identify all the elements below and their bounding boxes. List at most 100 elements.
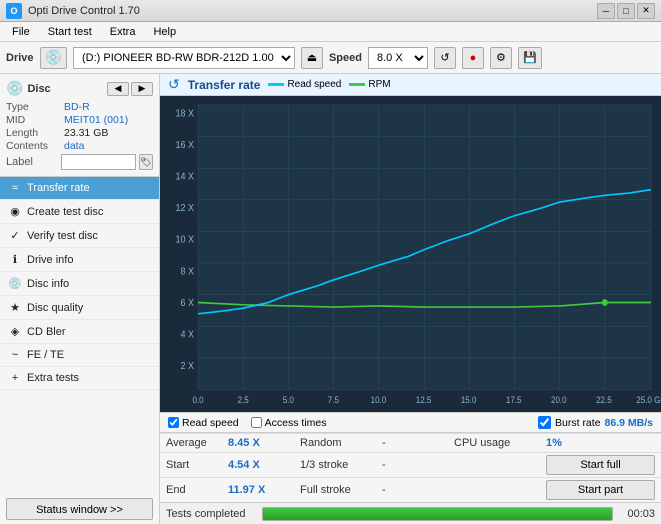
nav-fe-te-label: FE / TE — [27, 349, 64, 361]
disc-icon: 💿 — [6, 80, 23, 97]
end-label: End — [166, 483, 226, 497]
type-value: BD-R — [64, 101, 90, 113]
transfer-rate-icon: ≈ — [8, 182, 22, 194]
progress-area: Tests completed 00:03 — [160, 502, 661, 524]
stats-row-2: Start 4.54 X 1/3 stroke - Start full — [160, 452, 661, 477]
menu-help[interactable]: Help — [145, 24, 184, 40]
disc-label-label: Label — [6, 156, 58, 168]
svg-text:16 X: 16 X — [176, 139, 195, 151]
stroke13-label: 1/3 stroke — [300, 458, 380, 472]
create-test-disc-icon: ◉ — [8, 205, 22, 218]
save-button[interactable]: 💾 — [518, 47, 542, 69]
svg-text:7.5: 7.5 — [328, 395, 339, 406]
record-button[interactable]: ● — [462, 47, 484, 69]
legend-read-label: Read speed — [287, 79, 341, 90]
access-times-checkbox[interactable] — [251, 417, 262, 428]
chart-title: Transfer rate — [188, 78, 261, 92]
svg-text:2.5: 2.5 — [238, 395, 249, 406]
drive-select[interactable]: (D:) PIONEER BD-RW BDR-212D 1.00 — [73, 47, 295, 69]
access-times-legend-label: Access times — [265, 417, 327, 429]
start-full-button[interactable]: Start full — [546, 455, 655, 475]
average-label: Average — [166, 436, 226, 450]
refresh-button[interactable]: ↺ — [434, 47, 456, 69]
svg-text:17.5: 17.5 — [506, 395, 522, 406]
settings-button[interactable]: ⚙ — [490, 47, 512, 69]
nav-create-test-disc[interactable]: ◉ Create test disc — [0, 200, 159, 224]
disc-prev-btn[interactable]: ◀ — [107, 82, 129, 96]
extra-tests-icon: + — [8, 372, 22, 384]
nav-verify-test-disc-label: Verify test disc — [27, 230, 98, 242]
svg-text:15.0: 15.0 — [461, 395, 477, 406]
drive-info-icon: ℹ — [8, 253, 22, 266]
label-input[interactable] — [61, 154, 136, 170]
length-label: Length — [6, 127, 64, 139]
menu-extra[interactable]: Extra — [102, 24, 144, 40]
nav-fe-te[interactable]: ~ FE / TE — [0, 344, 159, 367]
start-label: Start — [166, 458, 226, 472]
svg-text:25.0 GB: 25.0 GB — [636, 395, 661, 406]
toolbar: Drive 💿 (D:) PIONEER BD-RW BDR-212D 1.00… — [0, 42, 661, 74]
full-stroke-val: - — [382, 484, 452, 496]
speed-select[interactable]: 8.0 X — [368, 47, 428, 69]
minimize-button[interactable]: ─ — [597, 3, 615, 19]
drive-icon-btn[interactable]: 💿 — [40, 47, 67, 69]
time-text: 00:03 — [619, 508, 655, 520]
contents-value: data — [64, 140, 84, 152]
eject-button[interactable]: ⏏ — [301, 47, 323, 69]
burst-rate-legend-label: Burst rate — [555, 417, 601, 429]
disc-quality-icon: ★ — [8, 301, 22, 314]
nav-transfer-rate[interactable]: ≈ Transfer rate — [0, 177, 159, 200]
stats-row-1: Average 8.45 X Random - CPU usage 1% — [160, 433, 661, 452]
nav-drive-info[interactable]: ℹ Drive info — [0, 248, 159, 272]
content-area: ↺ Transfer rate Read speed RPM — [160, 74, 661, 524]
chart-container: 18 X 16 X 14 X 12 X 10 X 8 X 6 X 4 X 2 X… — [160, 96, 661, 412]
menu-bar: File Start test Extra Help — [0, 22, 661, 42]
verify-test-disc-icon: ✓ — [8, 229, 22, 242]
menu-file[interactable]: File — [4, 24, 38, 40]
read-speed-checkbox[interactable] — [168, 417, 179, 428]
nav-verify-test-disc[interactable]: ✓ Verify test disc — [0, 224, 159, 248]
nav-disc-quality[interactable]: ★ Disc quality — [0, 296, 159, 320]
disc-info-icon: 💿 — [8, 277, 22, 290]
fe-te-icon: ~ — [8, 349, 22, 361]
nav-extra-tests[interactable]: + Extra tests — [0, 367, 159, 390]
progress-bar-fill — [263, 508, 612, 520]
progress-bar-background — [262, 507, 613, 521]
chart-svg: 18 X 16 X 14 X 12 X 10 X 8 X 6 X 4 X 2 X… — [160, 96, 661, 412]
random-label: Random — [300, 436, 380, 450]
end-val: 11.97 X — [228, 484, 298, 496]
nav-disc-quality-label: Disc quality — [27, 302, 83, 314]
disc-next-btn[interactable]: ▶ — [131, 82, 153, 96]
svg-text:4 X: 4 X — [181, 329, 195, 341]
start-val: 4.54 X — [228, 459, 298, 471]
title-bar: O Opti Drive Control 1.70 ─ □ ✕ — [0, 0, 661, 22]
average-val: 8.45 X — [228, 437, 298, 449]
sidebar: 💿 Disc ◀ ▶ Type BD-R MID MEIT01 (001) Le… — [0, 74, 160, 524]
stroke13-val: - — [382, 459, 452, 471]
maximize-button[interactable]: □ — [617, 3, 635, 19]
svg-text:6 X: 6 X — [181, 297, 195, 309]
svg-text:0.0: 0.0 — [193, 395, 204, 406]
nav-disc-info[interactable]: 💿 Disc info — [0, 272, 159, 296]
status-window-button[interactable]: Status window >> — [6, 498, 153, 520]
menu-start-test[interactable]: Start test — [40, 24, 100, 40]
start-part-button[interactable]: Start part — [546, 480, 655, 500]
nav-cd-bler[interactable]: ◈ CD Bler — [0, 320, 159, 344]
disc-section-title: Disc — [27, 83, 50, 95]
burst-rate-value: 86.9 MB/s — [605, 417, 653, 429]
label-icon-btn[interactable]: 🏷 — [139, 154, 153, 170]
cpu-label: CPU usage — [454, 436, 544, 450]
speed-label: Speed — [329, 52, 362, 64]
close-button[interactable]: ✕ — [637, 3, 655, 19]
burst-rate-checkbox[interactable] — [538, 416, 551, 429]
drive-label: Drive — [6, 52, 34, 64]
svg-text:20.0: 20.0 — [551, 395, 567, 406]
svg-text:10.0: 10.0 — [371, 395, 387, 406]
nav-extra-tests-label: Extra tests — [27, 372, 79, 384]
contents-label: Contents — [6, 140, 64, 152]
nav-create-test-disc-label: Create test disc — [27, 206, 103, 218]
read-speed-legend-label: Read speed — [182, 417, 239, 429]
chart-header: ↺ Transfer rate Read speed RPM — [160, 74, 661, 96]
app-icon: O — [6, 3, 22, 19]
nav-cd-bler-label: CD Bler — [27, 326, 66, 338]
